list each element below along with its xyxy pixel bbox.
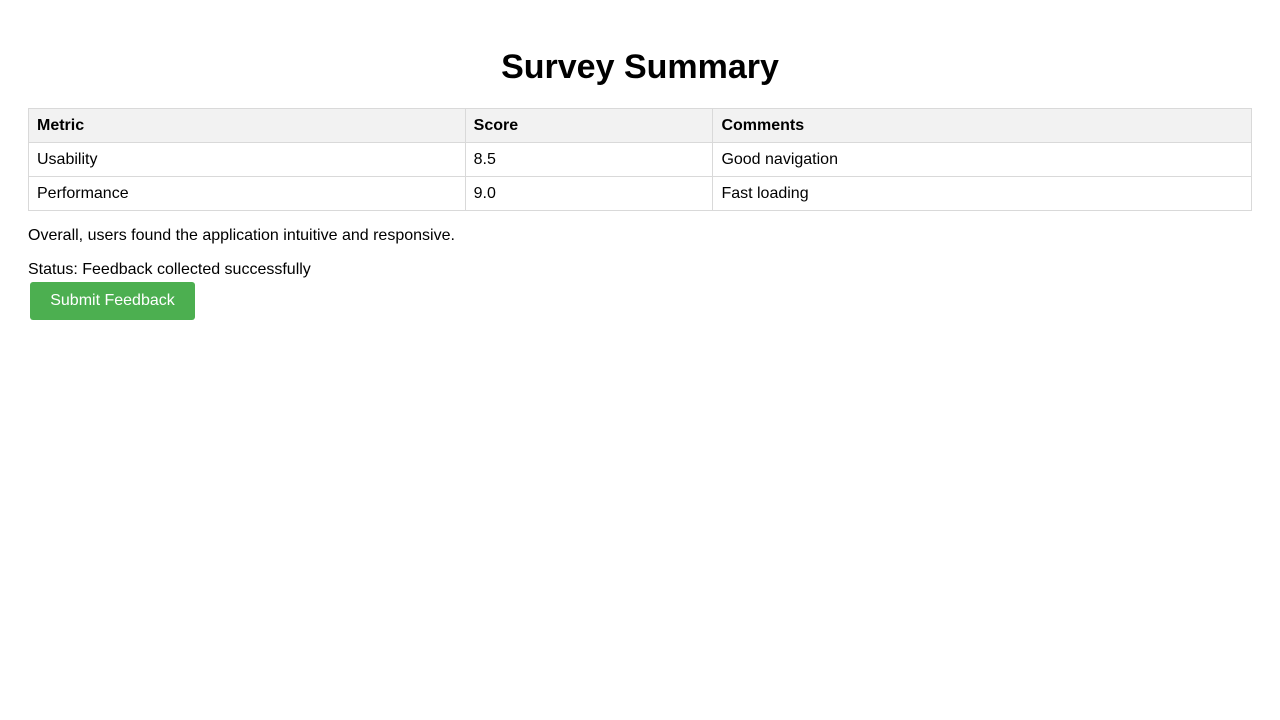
header-comments: Comments bbox=[712, 108, 1252, 143]
status-text: Status: Feedback collected successfully bbox=[28, 261, 311, 278]
table-row: Usability 8.5 Good navigation bbox=[28, 142, 1252, 177]
survey-summary-page: Survey Summary Metric Score Comments Usa… bbox=[0, 0, 1280, 720]
summary-text: Overall, users found the application int… bbox=[28, 227, 455, 244]
submit-feedback-button[interactable]: Submit Feedback bbox=[30, 282, 195, 320]
header-score: Score bbox=[464, 108, 714, 143]
metric-cell: Performance bbox=[28, 176, 466, 211]
score-cell: 8.5 bbox=[464, 142, 714, 177]
comments-cell: Good navigation bbox=[712, 142, 1252, 177]
header-metric: Metric bbox=[28, 108, 466, 143]
score-cell: 9.0 bbox=[464, 176, 714, 211]
survey-table: Metric Score Comments Usability 8.5 Good… bbox=[28, 108, 1252, 211]
page-title: Survey Summary bbox=[501, 48, 779, 86]
table-row: Performance 9.0 Fast loading bbox=[28, 176, 1252, 211]
comments-cell: Fast loading bbox=[712, 176, 1252, 211]
metric-cell: Usability bbox=[28, 142, 466, 177]
table-header-row: Metric Score Comments bbox=[28, 108, 1252, 143]
